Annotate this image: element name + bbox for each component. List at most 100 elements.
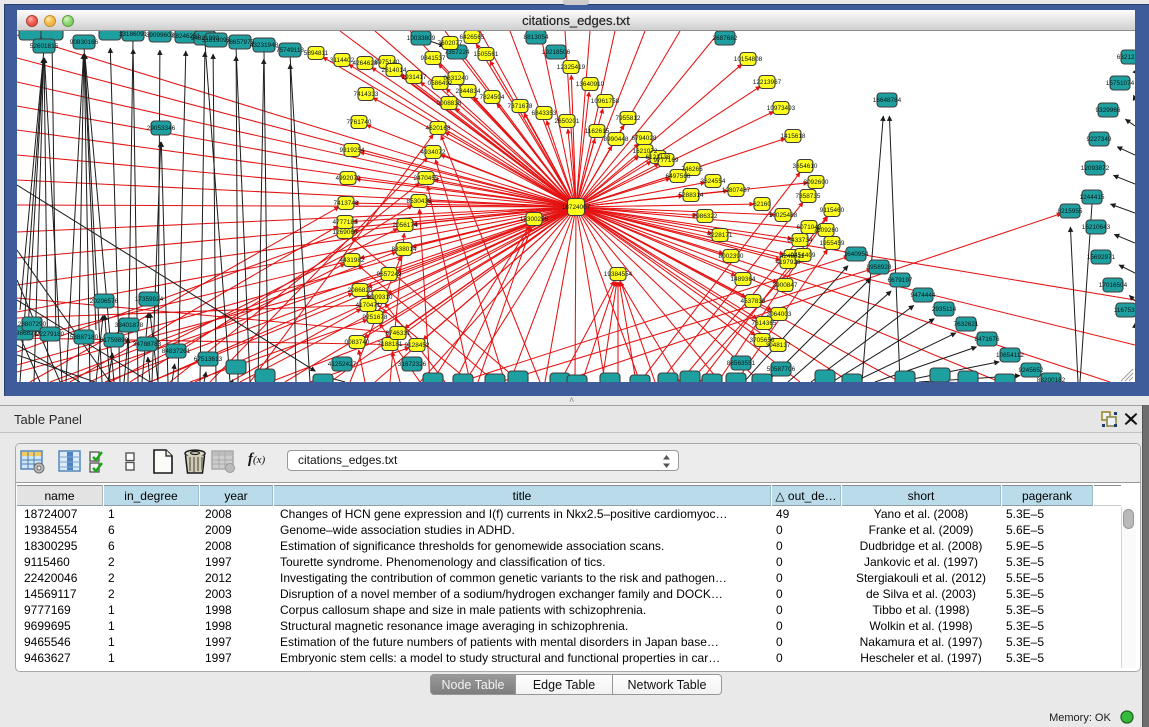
svg-text:7358735: 7358735: [796, 193, 821, 200]
svg-text:4934072: 4934072: [421, 149, 446, 156]
svg-text:9329966: 9329966: [1096, 107, 1121, 114]
svg-text:0454409: 0454409: [791, 252, 816, 259]
svg-text:8990448: 8990448: [604, 136, 629, 143]
svg-text:6843353: 6843353: [532, 110, 557, 117]
svg-text:7602077: 7602077: [438, 40, 463, 47]
svg-text:4197923: 4197923: [776, 259, 801, 266]
svg-text:7761740: 7761740: [347, 119, 372, 126]
svg-text:2614014: 2614014: [382, 67, 407, 74]
svg-text:13640910: 13640910: [576, 81, 605, 88]
svg-text:75749118: 75749118: [276, 47, 304, 54]
svg-text:2687682: 2687682: [713, 35, 738, 42]
svg-text:1489364: 1489364: [731, 276, 756, 283]
svg-text:15692971: 15692971: [1087, 254, 1116, 261]
svg-text:10154808: 10154808: [734, 56, 763, 63]
svg-text:62160: 62160: [753, 201, 771, 208]
svg-text:50587706: 50587706: [767, 366, 796, 373]
svg-text:2470455: 2470455: [414, 175, 439, 182]
svg-text:7955812: 7955812: [616, 115, 641, 122]
svg-text:90830166: 90830166: [70, 39, 99, 46]
svg-text:1244415: 1244415: [1080, 194, 1105, 201]
svg-text:18300295: 18300295: [520, 216, 549, 223]
svg-text:7632621: 7632621: [954, 321, 979, 328]
svg-text:1167533: 1167533: [1114, 307, 1135, 314]
svg-text:3900847: 3900847: [773, 282, 798, 289]
svg-text:9245652: 9245652: [1019, 367, 1044, 374]
svg-text:0831240: 0831240: [444, 75, 469, 82]
svg-text:7188181: 7188181: [378, 341, 403, 348]
svg-text:0251678: 0251678: [363, 314, 388, 321]
svg-text:6071043: 6071043: [797, 224, 822, 231]
svg-text:13186091: 13186091: [119, 31, 148, 38]
svg-text:9474444: 9474444: [911, 292, 936, 299]
svg-text:3228171: 3228171: [708, 232, 733, 239]
svg-text:7986322: 7986322: [693, 213, 718, 220]
svg-text:7413748: 7413748: [334, 200, 359, 207]
svg-text:5894811: 5894811: [304, 50, 329, 57]
svg-text:43231948: 43231948: [250, 42, 279, 49]
svg-text:7614365: 7614365: [752, 320, 777, 327]
svg-text:7371678: 7371678: [508, 103, 533, 110]
svg-text:63212233: 63212233: [1117, 54, 1135, 61]
svg-text:10973493: 10973493: [767, 105, 796, 112]
svg-text:9319254: 9319254: [340, 147, 365, 154]
svg-text:8530435: 8530435: [407, 198, 432, 205]
svg-text:4992070: 4992070: [336, 175, 361, 182]
svg-text:4777183: 4777183: [333, 219, 358, 226]
svg-text:1505561: 1505561: [474, 51, 499, 58]
svg-text:8215955: 8215955: [1058, 208, 1083, 215]
svg-text:5288314: 5288314: [679, 192, 704, 199]
svg-text:7414333: 7414333: [354, 91, 379, 98]
svg-text:3048137: 3048137: [766, 342, 791, 349]
svg-text:39099603: 39099603: [146, 32, 175, 39]
svg-text:0083740: 0083740: [345, 339, 370, 346]
svg-text:8471676: 8471676: [975, 336, 1000, 343]
svg-text:84837261: 84837261: [162, 348, 191, 355]
svg-text:52601815: 52601815: [30, 43, 59, 50]
svg-text:3654610: 3654610: [793, 163, 818, 170]
svg-text:1955459: 1955459: [820, 240, 845, 247]
svg-text:8975140: 8975140: [375, 59, 400, 66]
svg-text:3624554: 3624554: [701, 178, 726, 185]
svg-text:2086828: 2086828: [348, 287, 373, 294]
svg-text:8909310: 8909310: [368, 294, 393, 301]
svg-text:19218506: 19218506: [542, 49, 571, 56]
svg-text:1931417: 1931417: [402, 74, 427, 81]
svg-text:8746331: 8746331: [386, 330, 411, 337]
svg-text:10654112: 10654112: [996, 352, 1024, 359]
svg-text:20206576: 20206576: [90, 298, 119, 305]
svg-text:19384554: 19384554: [604, 271, 633, 278]
svg-text:9115460: 9115460: [820, 207, 845, 214]
svg-text:01759898: 01759898: [100, 337, 129, 344]
svg-text:9128452: 9128452: [405, 342, 430, 349]
svg-text:12213967: 12213967: [753, 79, 782, 86]
svg-text:4537838: 4537838: [741, 298, 766, 305]
svg-text:2650201: 2650201: [555, 118, 580, 125]
svg-text:41252427: 41252427: [328, 361, 357, 368]
svg-text:8958928: 8958928: [867, 264, 892, 271]
svg-text:3433734: 3433734: [788, 237, 813, 244]
svg-text:4431982: 4431982: [340, 257, 365, 264]
svg-text:12093872: 12093872: [1081, 165, 1110, 172]
svg-text:3114402: 3114402: [330, 57, 355, 64]
svg-text:8002390: 8002390: [719, 253, 744, 260]
svg-text:9227349: 9227349: [1087, 136, 1112, 143]
svg-text:10033809: 10033809: [407, 35, 436, 42]
svg-text:3064003: 3064003: [767, 311, 792, 318]
svg-text:28807290: 28807290: [18, 321, 47, 328]
svg-text:746266: 746266: [681, 166, 703, 173]
svg-text:88200182: 88200182: [1037, 377, 1066, 382]
svg-text:17359924: 17359924: [135, 296, 164, 303]
svg-text:22279180: 22279180: [36, 331, 65, 338]
svg-text:1415618: 1415618: [781, 133, 806, 140]
svg-text:17016504: 17016504: [1099, 282, 1128, 289]
svg-text:29053346: 29053346: [147, 125, 176, 132]
svg-text:7357224: 7357224: [445, 49, 470, 56]
svg-text:4620168: 4620168: [426, 125, 451, 132]
svg-text:1640954: 1640954: [844, 251, 869, 258]
svg-text:9657249: 9657249: [377, 271, 402, 278]
svg-text:12325419: 12325419: [557, 64, 586, 71]
svg-text:10961758: 10961758: [591, 98, 620, 105]
svg-text:8338014: 8338014: [392, 246, 417, 253]
svg-text:6426565: 6426565: [460, 34, 485, 41]
